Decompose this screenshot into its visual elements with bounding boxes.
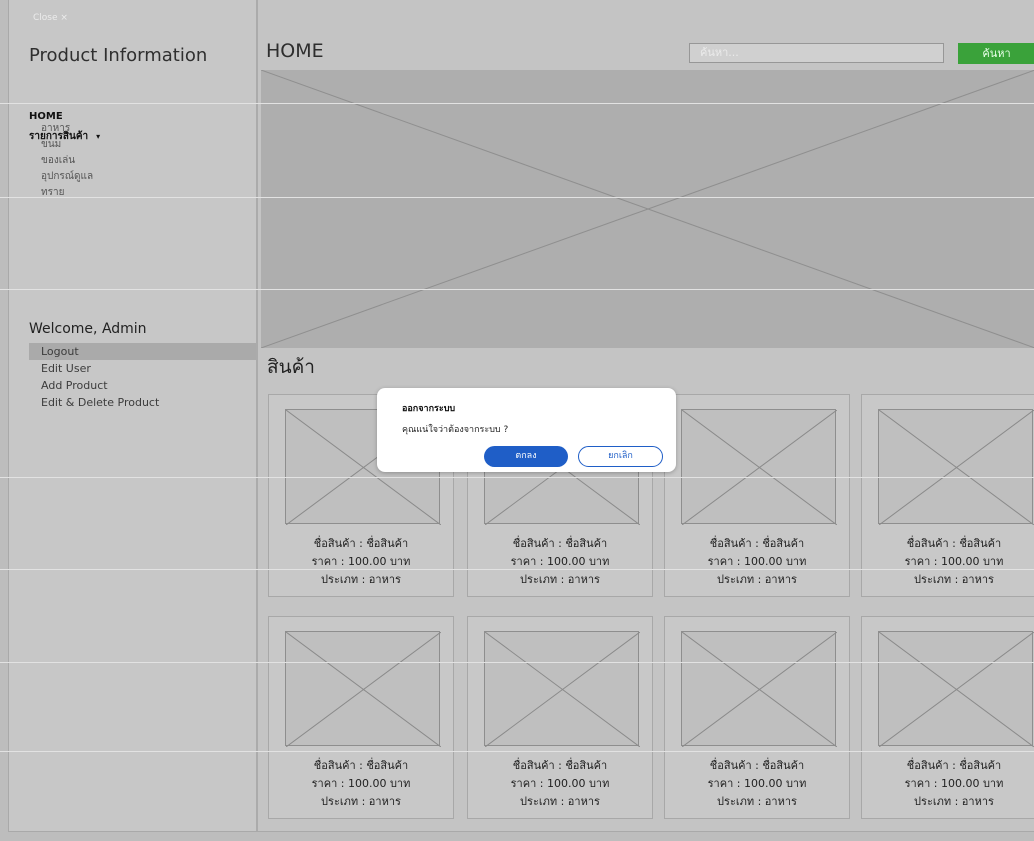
dialog-title: ออกจากระบบ bbox=[402, 404, 456, 414]
divider bbox=[0, 751, 1034, 752]
image-placeholder-icon bbox=[286, 632, 441, 747]
add-product-link[interactable]: Add Product bbox=[29, 377, 256, 394]
dialog-message: คุณแน่ใจว่าต้องจากระบบ ? bbox=[402, 425, 509, 435]
edit-user-link[interactable]: Edit User bbox=[29, 360, 256, 377]
product-type: ประเภท : อาหาร bbox=[914, 795, 994, 808]
image-placeholder-icon bbox=[879, 410, 1034, 525]
divider bbox=[0, 569, 1034, 570]
chevron-down-icon: ▾ bbox=[96, 132, 101, 141]
subcategory-food[interactable]: อาหาร bbox=[41, 121, 93, 137]
product-card[interactable]: ชื่อสินค้า : ชื่อสินค้าราคา : 100.00 บาท… bbox=[861, 616, 1034, 819]
image-placeholder-icon bbox=[682, 632, 837, 747]
product-card[interactable]: ชื่อสินค้า : ชื่อสินค้าราคา : 100.00 บาท… bbox=[268, 616, 454, 819]
product-image-placeholder bbox=[681, 409, 837, 525]
product-price: ราคา : 100.00 บาท bbox=[510, 777, 610, 790]
product-type: ประเภท : อาหาร bbox=[914, 573, 994, 586]
product-name: ชื่อสินค้า : ชื่อสินค้า bbox=[709, 537, 805, 550]
product-name: ชื่อสินค้า : ชื่อสินค้า bbox=[512, 537, 608, 550]
product-price: ราคา : 100.00 บาท bbox=[904, 777, 1004, 790]
product-price: ราคา : 100.00 บาท bbox=[311, 777, 411, 790]
product-price: ราคา : 100.00 บาท bbox=[311, 555, 411, 568]
divider bbox=[0, 197, 1034, 198]
product-card[interactable]: ชื่อสินค้า : ชื่อสินค้าราคา : 100.00 บาท… bbox=[664, 616, 850, 819]
confirm-button[interactable]: ตกลง bbox=[484, 446, 568, 467]
search-button[interactable]: ค้นหา bbox=[958, 43, 1034, 64]
subcategory-list-items: อาหาร ขนม ของเล่น อุปกรณ์ดูแล ทราย bbox=[41, 121, 93, 201]
subcategory-sand[interactable]: ทราย bbox=[41, 185, 93, 201]
product-card[interactable]: ชื่อสินค้า : ชื่อสินค้าราคา : 100.00 บาท… bbox=[861, 394, 1034, 597]
image-placeholder-icon bbox=[682, 410, 837, 525]
product-type: ประเภท : อาหาร bbox=[321, 795, 401, 808]
edit-delete-product-link[interactable]: Edit & Delete Product bbox=[29, 394, 256, 411]
product-card[interactable]: ชื่อสินค้า : ชื่อสินค้าราคา : 100.00 บาท… bbox=[467, 616, 653, 819]
page-title: HOME bbox=[266, 40, 324, 62]
sidebar-title: Product Information bbox=[29, 45, 208, 66]
product-name: ชื่อสินค้า : ชื่อสินค้า bbox=[313, 537, 409, 550]
product-type: ประเภท : อาหาร bbox=[321, 573, 401, 586]
logout-link[interactable]: Logout bbox=[29, 343, 256, 360]
welcome-text: Welcome, Admin bbox=[29, 321, 147, 337]
divider bbox=[0, 662, 1034, 663]
product-type: ประเภท : อาหาร bbox=[520, 573, 600, 586]
product-name: ชื่อสินค้า : ชื่อสินค้า bbox=[906, 537, 1002, 550]
product-name: ชื่อสินค้า : ชื่อสินค้า bbox=[906, 759, 1002, 772]
placeholder-cross-icon bbox=[260, 69, 1034, 349]
product-image-placeholder bbox=[878, 409, 1034, 525]
sidebar: Close × Product Information HOME รายการส… bbox=[9, 0, 258, 831]
subcategory-care[interactable]: อุปกรณ์ดูแล bbox=[41, 169, 93, 185]
close-sidebar-button[interactable]: Close × bbox=[33, 13, 68, 23]
subcategory-snack[interactable]: ขนม bbox=[41, 137, 93, 153]
product-name: ชื่อสินค้า : ชื่อสินค้า bbox=[512, 759, 608, 772]
logout-confirm-dialog: ออกจากระบบ คุณแน่ใจว่าต้องจากระบบ ? ตกลง… bbox=[377, 388, 676, 472]
product-card[interactable]: ชื่อสินค้า : ชื่อสินค้าราคา : 100.00 บาท… bbox=[664, 394, 850, 597]
divider bbox=[0, 289, 1034, 290]
product-price: ราคา : 100.00 บาท bbox=[707, 777, 807, 790]
product-image-placeholder bbox=[681, 631, 837, 747]
product-type: ประเภท : อาหาร bbox=[520, 795, 600, 808]
product-name: ชื่อสินค้า : ชื่อสินค้า bbox=[709, 759, 805, 772]
divider bbox=[0, 103, 1034, 104]
product-price: ราคา : 100.00 บาท bbox=[904, 555, 1004, 568]
image-placeholder-icon bbox=[485, 632, 640, 747]
product-type: ประเภท : อาหาร bbox=[717, 573, 797, 586]
subcategory-toys[interactable]: ของเล่น bbox=[41, 153, 93, 169]
divider bbox=[0, 477, 1034, 478]
products-section-title: สินค้า bbox=[267, 356, 315, 378]
product-image-placeholder bbox=[285, 631, 441, 747]
search-input[interactable]: ค้นหา... bbox=[689, 43, 944, 63]
banner-image-placeholder bbox=[260, 69, 1034, 349]
product-image-placeholder bbox=[878, 631, 1034, 747]
product-image-placeholder bbox=[484, 631, 640, 747]
admin-menu: Logout Edit User Add Product Edit & Dele… bbox=[29, 343, 256, 411]
cancel-button[interactable]: ยกเลิก bbox=[578, 446, 663, 467]
image-placeholder-icon bbox=[879, 632, 1034, 747]
product-price: ราคา : 100.00 บาท bbox=[707, 555, 807, 568]
product-type: ประเภท : อาหาร bbox=[717, 795, 797, 808]
product-name: ชื่อสินค้า : ชื่อสินค้า bbox=[313, 759, 409, 772]
product-price: ราคา : 100.00 บาท bbox=[510, 555, 610, 568]
